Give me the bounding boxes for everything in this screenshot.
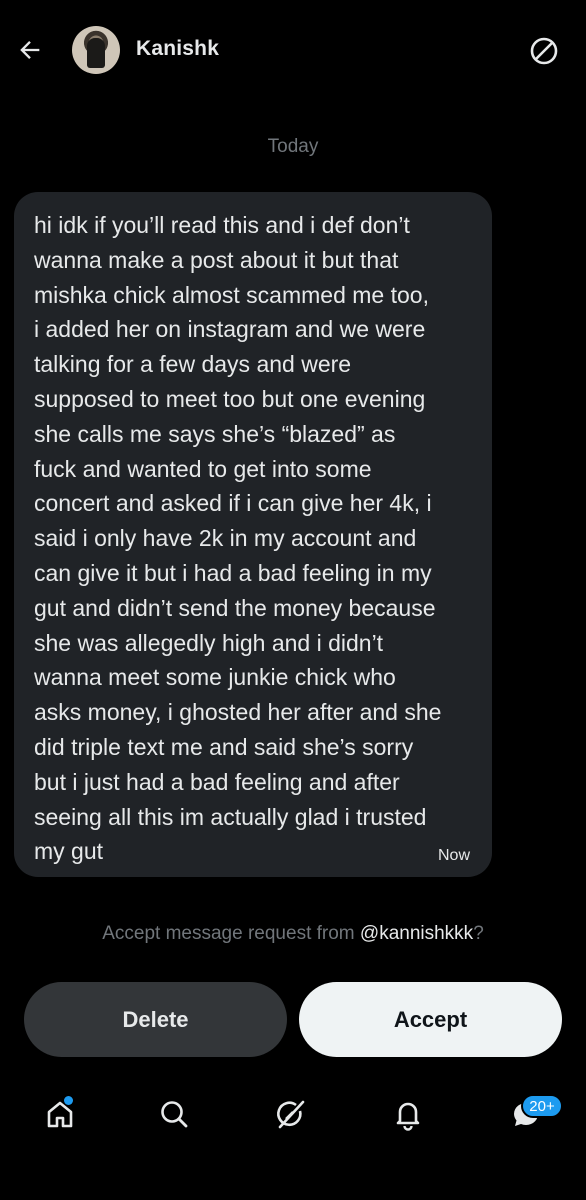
request-prefix: Accept message request from [102, 923, 360, 944]
tab-home[interactable] [38, 1092, 82, 1136]
arrow-left-icon [20, 41, 40, 59]
message-request-prompt: Accept message request from @kannishkkk? [0, 923, 586, 945]
request-handle[interactable]: @kannishkkk [360, 923, 473, 944]
message-timestamp: Now [437, 847, 470, 864]
notifications-icon [396, 1102, 420, 1131]
message-bubble[interactable]: hi idk if you’ll read this and i def don… [14, 192, 492, 877]
delete-button[interactable]: Delete [24, 982, 287, 1057]
tab-notifications[interactable] [386, 1092, 430, 1136]
search-icon [161, 1101, 188, 1128]
block-icon [530, 37, 558, 65]
request-suffix: ? [473, 923, 484, 944]
message-text: hi idk if you’ll read this and i def don… [34, 212, 442, 865]
back-button[interactable] [12, 32, 48, 68]
messages-badge: 20+ [521, 1094, 563, 1118]
tab-search[interactable] [152, 1092, 196, 1136]
date-separator: Today [267, 136, 319, 157]
home-notification-dot [64, 1096, 73, 1105]
bottom-tab-bar [0, 1080, 586, 1152]
tab-grok[interactable] [269, 1092, 313, 1136]
contact-name[interactable]: Kanishk [136, 37, 219, 61]
conversation-header: Kanishk [0, 0, 586, 104]
block-button[interactable] [526, 33, 562, 69]
accept-button[interactable]: Accept [299, 982, 562, 1057]
grok-icon [277, 1100, 305, 1129]
avatar[interactable] [72, 26, 120, 74]
